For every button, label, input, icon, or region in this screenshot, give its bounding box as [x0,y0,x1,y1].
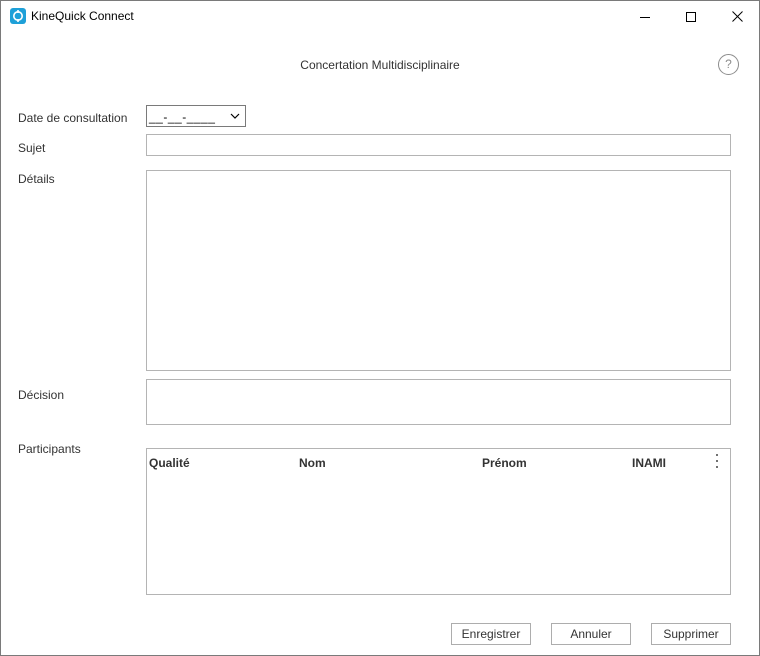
maximize-icon [686,11,696,22]
minimize-button[interactable] [622,1,668,32]
close-button[interactable] [714,1,760,32]
decision-label: Décision [18,388,65,402]
subject-label: Sujet [18,141,46,155]
title-bar[interactable]: KineQuick Connect [1,1,759,32]
help-icon[interactable]: ? [718,54,739,75]
cancel-button[interactable]: Annuler [551,623,631,645]
dialog-title: Concertation Multidisciplinaire [300,58,460,72]
column-header-inami[interactable]: INAMI [632,456,666,470]
column-header-qualite[interactable]: Qualité [149,456,190,470]
chevron-down-icon [230,113,240,119]
date-label: Date de consultation [18,111,128,125]
maximize-button[interactable] [668,1,714,32]
close-icon [731,11,743,22]
app-window: KineQuick Connect Concertation Multidisc… [0,0,760,656]
kinequick-app-icon [10,8,26,24]
window-title: KineQuick Connect [31,9,134,23]
details-textarea[interactable] [146,170,731,371]
participants-table[interactable]: Qualité Nom Prénom INAMI [146,448,731,595]
minimize-icon [640,16,650,18]
subject-input[interactable] [146,134,731,156]
save-button[interactable]: Enregistrer [451,623,531,645]
column-header-nom[interactable]: Nom [299,456,326,470]
delete-button[interactable]: Supprimer [651,623,731,645]
column-header-prenom[interactable]: Prénom [482,456,527,470]
details-label: Détails [18,172,55,186]
participants-label: Participants [18,442,81,456]
date-dropdown[interactable]: __-__-____ [146,105,246,127]
decision-textarea[interactable] [146,379,731,425]
more-options-icon[interactable] [714,454,720,468]
date-value: __-__-____ [149,110,216,124]
